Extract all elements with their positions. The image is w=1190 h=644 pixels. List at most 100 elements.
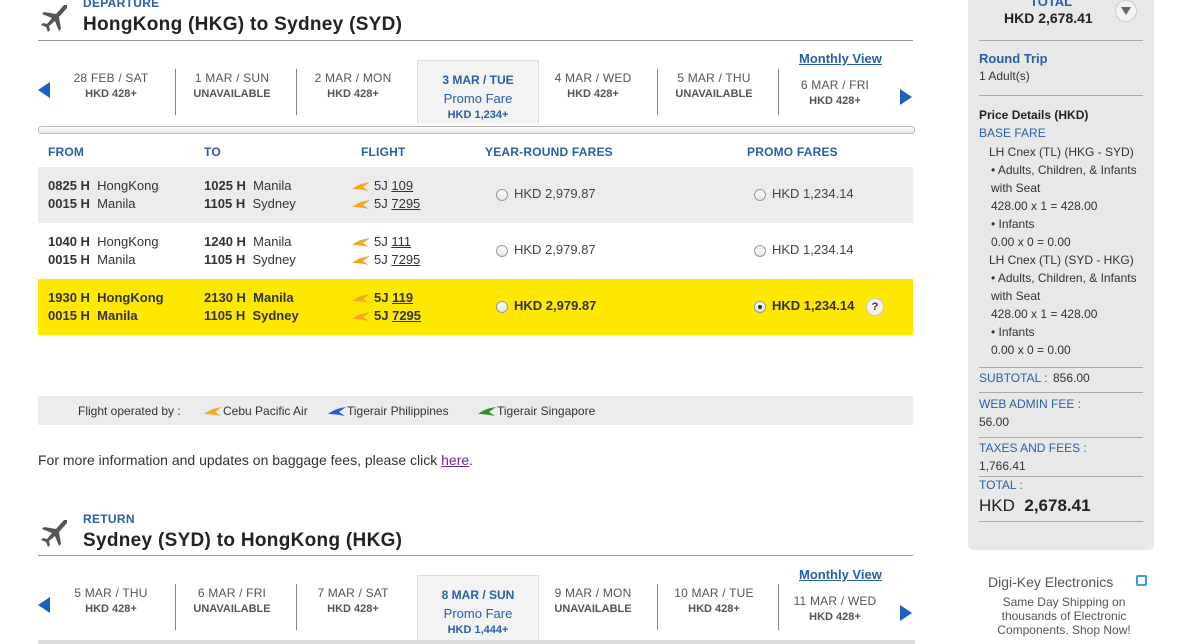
cebu-pacific-icon xyxy=(352,311,370,321)
column-header-promo: PROMO FARES xyxy=(747,145,838,159)
arrival-times: 1240 H Manila 1105 H Sydney xyxy=(204,234,296,267)
return-divider xyxy=(38,555,913,556)
date-price: HKD 428+ xyxy=(327,88,379,100)
return-monthly-view-link[interactable]: Monthly View xyxy=(799,567,882,582)
departure-date-1[interactable]: 1 MAR / SUN UNAVAILABLE xyxy=(172,71,292,100)
chevron-down-icon[interactable] xyxy=(1115,0,1137,22)
promo-fare-radio[interactable] xyxy=(754,245,766,257)
column-header-flight: FLIGHT xyxy=(361,145,406,159)
year-round-fare-radio[interactable] xyxy=(496,301,508,313)
baggage-fees-link[interactable]: here xyxy=(441,452,469,468)
summary-divider xyxy=(979,476,1143,477)
flight-numbers: 5J 111 5J 7295 xyxy=(352,233,420,269)
promo-fare-radio[interactable] xyxy=(754,189,766,201)
promo-fare-label: Promo Fare xyxy=(443,91,513,106)
carrier-tigerair-philippines: Tigerair Philippines xyxy=(328,404,449,418)
date-price: HKD 1,234+ xyxy=(447,109,509,121)
departure-times: 1930 H HongKong 0015 H Manila xyxy=(48,290,164,323)
date-price: HKD 428+ xyxy=(688,603,740,615)
year-round-fare-radio[interactable] xyxy=(496,245,508,257)
cebu-pacific-icon xyxy=(352,237,370,247)
total-label: TOTAL : xyxy=(979,478,1023,492)
flight-number-link[interactable]: 109 xyxy=(391,178,413,193)
return-date-0[interactable]: 5 MAR / THU HKD 428+ xyxy=(51,586,171,615)
flight-row-selected: 1930 H HongKong 0015 H Manila 2130 H Man… xyxy=(38,279,913,335)
return-next-date-arrow[interactable] xyxy=(900,605,912,621)
promo-fare-radio-selected[interactable] xyxy=(754,301,766,313)
departure-label: DEPARTURE xyxy=(83,0,160,10)
total-value: HKD 2,678.41 xyxy=(979,496,1091,515)
year-round-fare-radio[interactable] xyxy=(496,189,508,201)
departure-date-2[interactable]: 2 MAR / MON HKD 428+ xyxy=(293,71,413,100)
departure-date-5[interactable]: 5 MAR / THU UNAVAILABLE xyxy=(654,71,774,100)
return-date-6[interactable]: 11 MAR / WED HKD 428+ xyxy=(775,594,895,623)
promo-fare-price: HKD 1,234.14 xyxy=(772,242,854,257)
cebu-pacific-icon xyxy=(352,293,370,303)
summary-divider xyxy=(979,521,1143,522)
date-strip-scrollbar[interactable] xyxy=(38,126,915,134)
taxes-fees-value: 1,766.41 xyxy=(979,459,1026,473)
flight-number-link[interactable]: 119 xyxy=(392,290,413,305)
date-label: 6 MAR / FRI xyxy=(800,78,870,92)
column-header-to: TO xyxy=(204,145,221,159)
web-admin-fee-value: 56.00 xyxy=(979,415,1010,429)
summary-total-label: TOTAL xyxy=(1030,0,1073,9)
date-label: 6 MAR / FRI xyxy=(197,586,267,600)
return-date-strip-scrollbar[interactable] xyxy=(38,640,915,644)
ad-choices-icon[interactable] xyxy=(1136,575,1147,586)
cebu-pacific-icon xyxy=(204,406,222,416)
return-date-selected[interactable]: 8 MAR / SUN Promo Fare HKD 1,444+ xyxy=(417,575,539,644)
trip-type: Round Trip xyxy=(979,51,1048,66)
return-date-4[interactable]: 9 MAR / MON UNAVAILABLE xyxy=(533,586,653,615)
subtotal-value: 856.00 xyxy=(1053,371,1090,385)
departure-monthly-view-link[interactable]: Monthly View xyxy=(799,51,882,66)
departure-date-selected[interactable]: 3 MAR / TUE Promo Fare HKD 1,234+ xyxy=(417,60,539,124)
operated-by-bar: Flight operated by : Cebu Pacific Air Ti… xyxy=(38,396,913,425)
return-prev-date-arrow[interactable] xyxy=(38,597,50,613)
date-label: 9 MAR / MON xyxy=(554,586,632,600)
departure-next-date-arrow[interactable] xyxy=(900,89,912,105)
flight-number-link[interactable]: 7295 xyxy=(392,308,421,323)
date-label: 7 MAR / SAT xyxy=(317,586,389,600)
carrier-tigerair-singapore: Tigerair Singapore xyxy=(478,404,595,418)
departure-date-6[interactable]: 6 MAR / FRI HKD 428+ xyxy=(775,78,895,107)
return-date-5[interactable]: 10 MAR / TUE HKD 428+ xyxy=(654,586,774,615)
departure-prev-date-arrow[interactable] xyxy=(38,82,50,98)
date-price: UNAVAILABLE xyxy=(675,88,753,100)
price-details-title: Price Details (HKD) xyxy=(979,108,1089,122)
airplane-icon xyxy=(41,5,67,32)
return-date-1[interactable]: 6 MAR / FRI UNAVAILABLE xyxy=(172,586,292,615)
departure-date-0[interactable]: 28 FEB / SAT HKD 428+ xyxy=(51,71,171,100)
departure-times: 1040 H HongKong 0015 H Manila xyxy=(48,234,159,267)
date-price: UNAVAILABLE xyxy=(554,603,632,615)
date-label: 1 MAR / SUN xyxy=(194,71,270,85)
flight-number-link[interactable]: 7295 xyxy=(391,196,420,211)
date-price: HKD 1,444+ xyxy=(447,624,509,636)
fare-breakdown: LH Cnex (TL) (HKG - SYD) • Adults, Child… xyxy=(989,145,1137,357)
date-label: 4 MAR / WED xyxy=(554,71,632,85)
cebu-pacific-icon xyxy=(352,255,370,265)
taxes-fees-label: TAXES AND FEES : xyxy=(979,441,1087,455)
cebu-pacific-icon xyxy=(352,181,370,191)
departure-date-4[interactable]: 4 MAR / WED HKD 428+ xyxy=(533,71,653,100)
summary-divider xyxy=(979,95,1143,96)
flight-row: 1040 H HongKong 0015 H Manila 1240 H Man… xyxy=(38,223,913,279)
flight-number-link[interactable]: 111 xyxy=(391,234,411,249)
return-date-2[interactable]: 7 MAR / SAT HKD 428+ xyxy=(293,586,413,615)
date-price: HKD 428+ xyxy=(327,603,379,615)
date-price: HKD 428+ xyxy=(809,611,861,623)
help-icon[interactable]: ? xyxy=(866,298,884,316)
return-route-title: Sydney (SYD) to HongKong (HKG) xyxy=(83,530,403,551)
flight-row: 0825 H HongKong 0015 H Manila 1025 H Man… xyxy=(38,167,913,223)
date-price: UNAVAILABLE xyxy=(193,88,271,100)
flight-number-link[interactable]: 7295 xyxy=(391,252,420,267)
date-price: HKD 428+ xyxy=(85,603,137,615)
year-round-fare-price: HKD 2,979.87 xyxy=(514,186,596,201)
date-label: 5 MAR / THU xyxy=(74,586,148,600)
carrier-cebu-pacific: Cebu Pacific Air xyxy=(204,404,308,418)
ad-title[interactable]: Digi-Key Electronics xyxy=(988,574,1113,590)
cebu-pacific-icon xyxy=(352,199,370,209)
flight-numbers: 5J 119 5J 7295 xyxy=(352,289,421,325)
subtotal-label: SUBTOTAL : xyxy=(979,371,1048,385)
date-price: UNAVAILABLE xyxy=(193,603,271,615)
